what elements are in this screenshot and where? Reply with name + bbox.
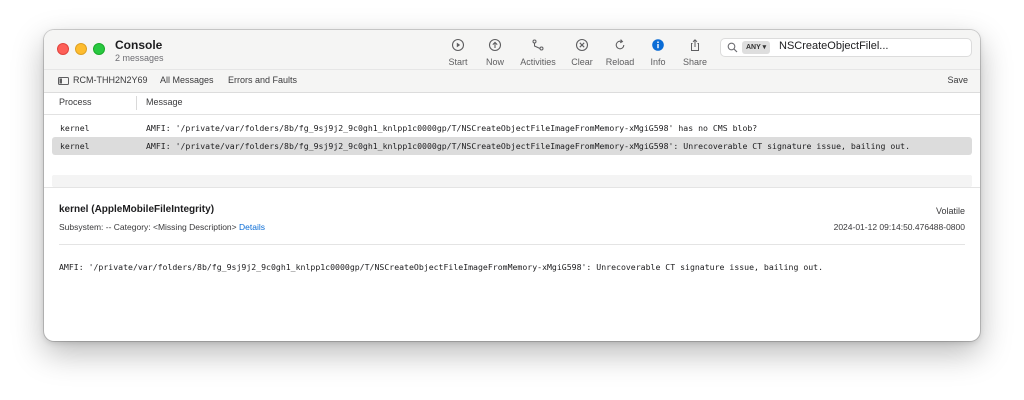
window-title: Console [115,38,163,52]
detail-metadata: Subsystem: -- Category: <Missing Descrip… [59,222,265,232]
log-message: AMFI: '/private/var/folders/8b/fg_9sj9j2… [146,123,758,133]
search-field[interactable]: ANY ▾ NSCreateObjectFilel... [720,38,972,57]
close-window-button[interactable] [57,43,69,55]
share-button[interactable]: Share [673,38,717,67]
details-link[interactable]: Details [239,222,265,232]
column-header: Process Message [44,92,980,115]
detail-title: kernel (AppleMobileFileIntegrity) [59,204,215,215]
share-icon [691,39,699,51]
clear-x-circle-icon [575,38,589,52]
info-icon [652,39,664,51]
titlebar: Console 2 messages Start Now Activities [44,30,980,69]
column-divider[interactable] [136,96,137,110]
volatile-label: Volatile [935,206,965,216]
now-button[interactable]: Now [473,38,517,67]
search-query[interactable]: NSCreateObjectFilel... [779,40,888,52]
play-circle-icon [451,38,465,52]
minimize-window-button[interactable] [75,43,87,55]
share-label: Share [682,57,708,67]
detail-separator [59,244,965,245]
now-label: Now [485,57,504,67]
errors-and-faults-scope[interactable]: Errors and Faults [228,75,297,85]
column-message[interactable]: Message [146,97,183,107]
zoom-window-button[interactable] [93,43,105,55]
reload-icon [615,39,625,50]
column-process[interactable]: Process [59,97,92,107]
empty-log-area [52,175,972,187]
detail-message: AMFI: '/private/var/folders/8b/fg_9sj9j2… [59,262,824,272]
log-process: kernel [60,141,90,151]
console-window: Console 2 messages Start Now Activities [44,30,980,341]
device-icon [58,77,69,85]
activities-icon [532,39,544,51]
search-filter-token[interactable]: ANY ▾ [742,41,771,54]
subsystem-category: Subsystem: -- Category: <Missing Descrip… [59,222,237,232]
activities-label: Activities [520,57,556,67]
arrow-up-circle-icon [488,38,502,52]
device-scope-item[interactable]: RCM-THH2N2Y69 [73,75,148,85]
all-messages-scope[interactable]: All Messages [160,75,214,85]
scope-bar: RCM-THH2N2Y69 All Messages Errors and Fa… [44,69,980,93]
log-row[interactable]: kernel AMFI: '/private/var/folders/8b/fg… [52,119,972,137]
log-row-selected[interactable]: kernel AMFI: '/private/var/folders/8b/fg… [52,137,972,155]
search-icon [727,42,738,53]
message-count: 2 messages [115,53,164,63]
log-process: kernel [60,123,90,133]
split-divider[interactable] [44,187,980,188]
log-message: AMFI: '/private/var/folders/8b/fg_9sj9j2… [146,141,911,151]
activities-button[interactable]: Activities [516,38,560,67]
save-button[interactable]: Save [947,75,968,85]
detail-timestamp: 2024-01-12 09:14:50.476488-0800 [833,222,965,232]
